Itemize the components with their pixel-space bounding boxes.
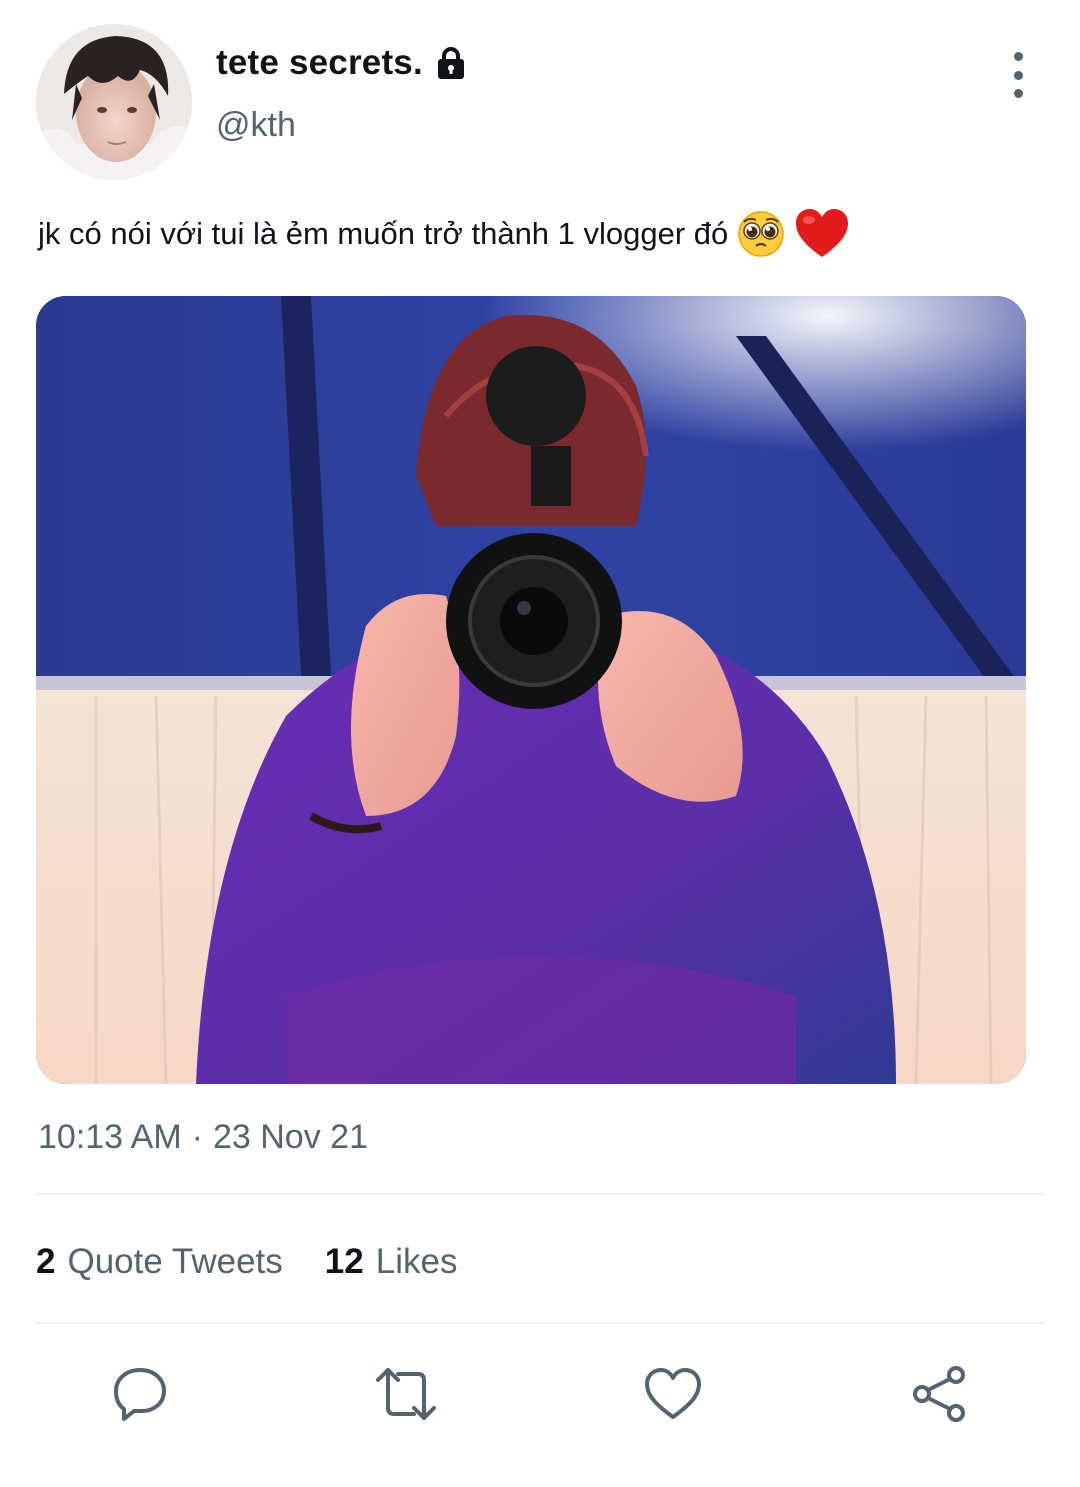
author-handle[interactable]: @kth	[216, 106, 296, 145]
more-dot	[1013, 89, 1023, 98]
tweet-text: jk có nói với tui là ẻm muốn trở thành 1…	[38, 216, 729, 251]
share-icon[interactable]	[908, 1362, 972, 1426]
likes-count: 12	[324, 1242, 364, 1281]
author-name-row: tete secrets.	[216, 40, 467, 86]
retweet-icon[interactable]	[374, 1362, 438, 1426]
author-display-name[interactable]: tete secrets.	[216, 43, 423, 83]
reply-icon[interactable]	[108, 1362, 172, 1426]
more-options-icon[interactable]	[998, 52, 1038, 98]
heart-icon[interactable]	[641, 1362, 705, 1426]
likes-label: Likes	[375, 1242, 458, 1281]
likes-stat[interactable]: 12 Likes	[325, 1242, 458, 1282]
more-dot	[1013, 70, 1023, 80]
divider	[36, 1322, 1044, 1324]
red-heart-emoji-icon	[794, 207, 850, 261]
tweet-timestamp[interactable]: 10:13 AM · 23 Nov 21	[38, 1118, 368, 1157]
quote-tweets-label: Quote Tweets	[67, 1242, 283, 1281]
divider	[36, 1193, 1044, 1195]
timestamp-separator: ·	[191, 1118, 203, 1156]
pleading-face-emoji-icon	[736, 209, 786, 259]
more-dot	[1013, 52, 1023, 61]
tweet-body: jk có nói với tui là ẻm muốn trở thành 1…	[38, 204, 850, 264]
quote-tweets-stat[interactable]: 2 Quote Tweets	[36, 1242, 283, 1282]
tweet-time: 10:13 AM	[38, 1118, 182, 1156]
tweet-stats: 2 Quote Tweets 12 Likes	[36, 1240, 499, 1284]
quote-tweets-count: 2	[36, 1242, 56, 1281]
avatar[interactable]	[36, 24, 192, 180]
lock-icon	[435, 46, 467, 80]
tweet-photo[interactable]	[36, 296, 1026, 1084]
tweet-date: 23 Nov 21	[212, 1118, 368, 1156]
